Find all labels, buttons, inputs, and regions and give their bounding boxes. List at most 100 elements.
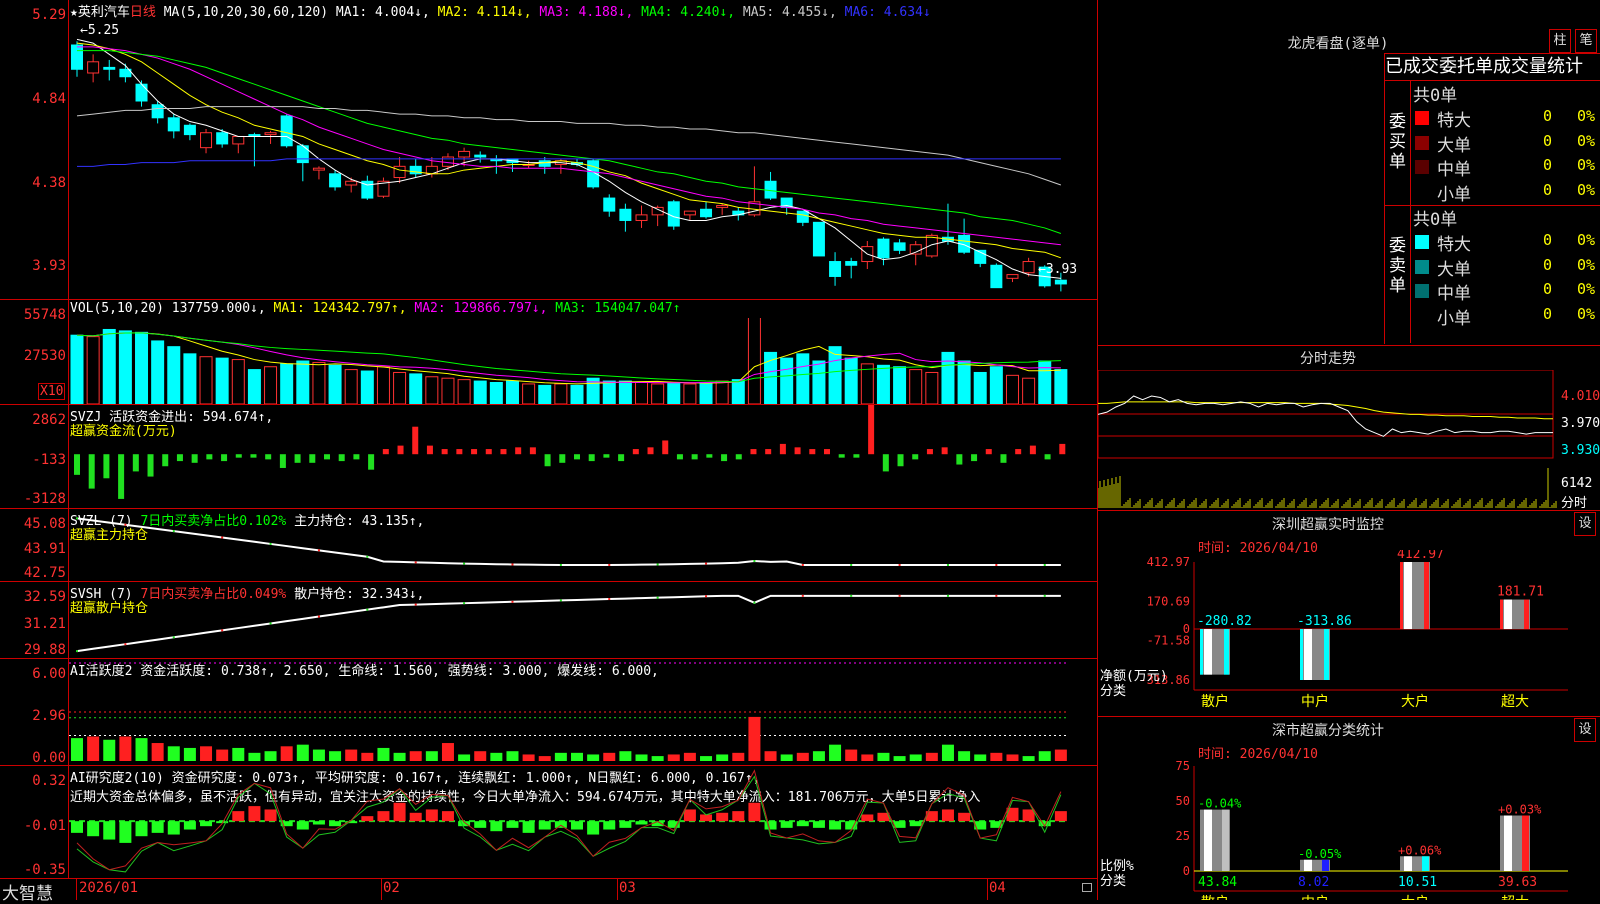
volume-bar (925, 371, 939, 404)
monitor-bar (1200, 629, 1230, 675)
main-chart-area[interactable]: ★英利汽车日线 MA(5,10,20,30,60,120) MA1: 4.004… (0, 0, 1098, 904)
volume-bar (360, 370, 374, 404)
candle-body (329, 173, 342, 188)
volume-bar (118, 330, 132, 404)
order-stats-box: 已成交委托单成交量统计 委 买 单 委 卖 单 共0单 共0单 特大 0 0% 大单 0… (1384, 53, 1600, 344)
sz-class-chart[interactable]: 75 50 25 0 比例%分类 -0.04% 43.84 散户 -0.05% 8.02 中户 +0.… (1098, 756, 1600, 900)
activity-bar (1022, 756, 1035, 761)
order-count: 0 (1543, 180, 1553, 199)
candle-body (183, 124, 196, 136)
ai-research-chart[interactable] (69, 766, 1097, 878)
order-stats-header: 已成交委托单成交量统计 (1385, 56, 1583, 77)
activity-bar (667, 754, 680, 761)
flow-bar (1044, 454, 1051, 460)
sz-monitor-chart[interactable]: 412.97170.690-71.58-313.86净额(万元)分类-280.8… (1098, 550, 1600, 716)
research-bar (635, 821, 648, 825)
activity-bar (103, 739, 116, 761)
main-holding-chart[interactable] (69, 509, 1097, 581)
candle-body (667, 201, 680, 227)
ai-activity-chart[interactable] (69, 659, 1097, 765)
monitor-bar-edge (1424, 562, 1429, 630)
monitor-bar-edge (1200, 629, 1203, 675)
candlestick-chart[interactable] (69, 17, 1097, 297)
holding-dot (559, 563, 562, 566)
holding-dot (608, 598, 611, 601)
sz-monitor-settings-button[interactable]: 设 (1574, 512, 1596, 536)
order-row: 中单 0 0% (1413, 155, 1600, 180)
sell-label-char: 委 (1389, 236, 1406, 256)
volume-bar (473, 380, 487, 404)
flow-bar (941, 447, 948, 455)
volume-bar (1022, 377, 1036, 404)
activity-bar (941, 744, 954, 761)
flow-bar (779, 443, 786, 455)
vol-ma1: MA1: 124342.797↑, (273, 301, 407, 316)
research-bar (829, 821, 842, 830)
research-bar (780, 821, 793, 828)
volume-bar (1054, 369, 1068, 404)
volume-bar (231, 359, 245, 404)
price-tick: 5.29 (32, 7, 66, 23)
bar-view-button[interactable]: 柱 (1549, 29, 1571, 53)
activity-bar (183, 747, 196, 761)
volume-chart[interactable] (69, 318, 1097, 404)
volume-bar (538, 384, 552, 404)
flow-bar (426, 445, 433, 455)
flow-bar (471, 449, 478, 455)
holding-dot (366, 555, 369, 558)
flow-bar (985, 449, 992, 455)
sz-class-settings-button[interactable]: 设 (1574, 718, 1596, 742)
activity-bar (119, 736, 132, 761)
holding-dot (511, 600, 514, 603)
holding-dot (898, 564, 901, 566)
holding-dot (608, 563, 611, 566)
intraday-panel[interactable]: 分时走势 4.010 3.970 3.930 6142 分时 (1098, 345, 1600, 511)
price-tick: 4.38 (32, 175, 66, 191)
lock-icon[interactable] (1082, 883, 1092, 892)
order-type-label: 特大 (1437, 235, 1471, 255)
flow-bar (912, 454, 919, 460)
activity-bar (748, 716, 761, 761)
holding-line (76, 594, 1061, 653)
research-bar (441, 811, 454, 822)
category-label: 散户 (1201, 894, 1229, 900)
candle-body (280, 115, 293, 147)
activity-bar (796, 752, 809, 761)
tick-view-button[interactable]: 笔 (1575, 29, 1597, 53)
research-bar (958, 812, 971, 822)
holding-dot (898, 594, 901, 597)
flow-bar (206, 454, 213, 460)
activity-bar (587, 754, 600, 761)
activity-bar (216, 749, 229, 761)
capital-flow-chart[interactable] (69, 405, 1097, 508)
class-bar (1300, 859, 1330, 871)
volume-bar (425, 376, 439, 404)
flow-bar (618, 454, 625, 462)
monitor-bar-shine (1404, 562, 1412, 630)
activity-bar (1054, 749, 1067, 761)
volume-bar (505, 380, 519, 404)
volume-bar (199, 356, 213, 404)
activity-bar (877, 752, 890, 761)
retail-holding-chart[interactable] (69, 582, 1097, 658)
flow-bar (235, 454, 242, 458)
candle-body (87, 61, 100, 74)
volume-bar (280, 363, 294, 404)
activity-bar (603, 752, 616, 761)
flow-bar (868, 405, 875, 455)
activity-bar (925, 752, 938, 761)
activity-bar (377, 747, 390, 761)
holding-dot (269, 542, 272, 545)
order-percent: 0% (1577, 156, 1596, 174)
flow-bar (397, 445, 404, 455)
flow-bar (529, 447, 536, 455)
volume-bar (86, 336, 100, 404)
flow-bar (809, 449, 816, 455)
intraday-price-tick: 4.010 (1561, 389, 1600, 404)
intraday-chart[interactable] (1098, 370, 1558, 508)
order-count: 0 (1543, 231, 1553, 249)
flow-bar (926, 449, 933, 455)
research-bar (296, 821, 309, 830)
order-type-label: 中单 (1437, 160, 1471, 180)
flow-bar (838, 454, 845, 458)
